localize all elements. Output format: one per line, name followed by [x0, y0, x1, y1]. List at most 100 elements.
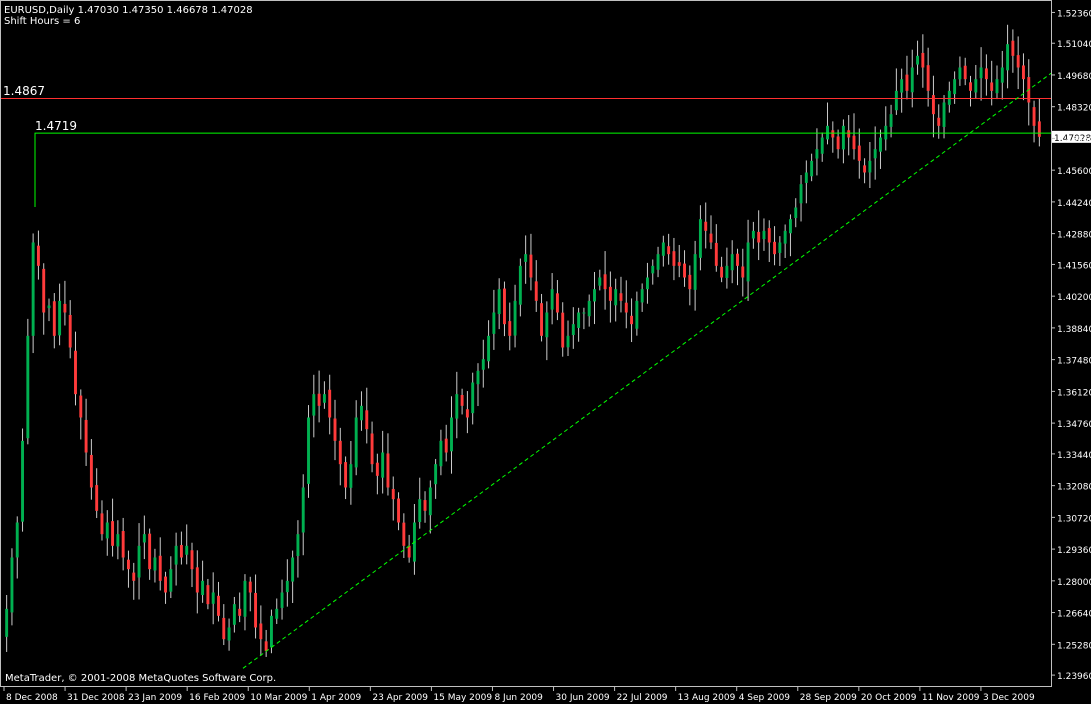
- x-tick-label: 31 Dec 2008: [67, 693, 125, 703]
- candle-body-bull: [354, 417, 358, 468]
- candle-body-bull: [783, 230, 787, 244]
- y-tick-label: 1.40200: [1057, 293, 1091, 303]
- candle-body-bull: [142, 534, 146, 543]
- candle-body-bull: [47, 305, 51, 309]
- plot-area: [0, 0, 1052, 687]
- candle-body-bull: [582, 312, 586, 314]
- candle-body-bear: [619, 293, 623, 301]
- candle-body-bull: [201, 580, 205, 596]
- candle-body-bear: [164, 576, 167, 593]
- candle-body-bull: [476, 370, 480, 385]
- candle-body-bear: [630, 315, 634, 325]
- candle-body-bull: [889, 114, 893, 127]
- candle-body-bull: [571, 324, 575, 336]
- candle-body-bull: [227, 627, 231, 641]
- candle-body-bear: [74, 350, 77, 395]
- candle-body-bull: [725, 265, 729, 278]
- candle-body-bear: [984, 68, 988, 80]
- x-tick-label: 11 Nov 2009: [922, 693, 980, 703]
- y-tick-label: 1.52360: [1057, 9, 1091, 19]
- candle-body-bull: [953, 79, 957, 95]
- candle-body-bull: [269, 615, 273, 648]
- x-tick-label: 30 Jun 2009: [556, 693, 610, 703]
- y-tick-label: 1.41560: [1057, 261, 1091, 271]
- candle-body-bear: [608, 286, 612, 301]
- candle-body-bull: [762, 230, 766, 240]
- x-tick-label: 16 Feb 2009: [189, 693, 245, 703]
- candle-body-bull: [418, 499, 422, 523]
- candle-body-bear: [89, 454, 93, 488]
- x-tick-label: 8 Jun 2009: [494, 693, 543, 703]
- candle-body-bear: [704, 221, 708, 231]
- candle-body-bull: [635, 300, 639, 329]
- candle-body-bull: [587, 300, 591, 317]
- candle-body-bear: [460, 394, 464, 406]
- candle-body-bull: [280, 592, 284, 608]
- candle-body-bull: [312, 394, 316, 416]
- candle-body-bear: [926, 65, 930, 91]
- candle-body-bear: [386, 453, 390, 488]
- x-tick-label: 1 Apr 2009: [311, 693, 361, 703]
- x-tick-label: 23 Jan 2009: [128, 693, 182, 703]
- candle-body-bull: [640, 289, 644, 303]
- candle-body-bull: [958, 67, 962, 80]
- y-tick-label: 1.46960: [1057, 135, 1091, 145]
- candle-body-bull: [322, 394, 326, 403]
- y-tick-label: 1.37480: [1057, 357, 1091, 367]
- candle-body-bull: [381, 452, 385, 478]
- candle-body-bear: [52, 301, 56, 336]
- candle-body-bull: [799, 184, 803, 204]
- candle-body-bull: [174, 545, 178, 565]
- candle-body-bull: [211, 592, 215, 604]
- y-tick-label: 1.23960: [1057, 672, 1091, 682]
- candle-body-bear: [963, 65, 967, 80]
- candle-body-bear: [391, 488, 395, 500]
- candle-body-bear: [375, 462, 379, 476]
- candle-body-bull: [614, 289, 618, 306]
- candle-body-bear: [344, 462, 348, 488]
- candle-body-bear: [969, 82, 972, 91]
- y-tick-label: 1.42880: [1057, 231, 1091, 241]
- candle-body-bull: [492, 312, 496, 334]
- candle-body-bear: [741, 266, 745, 278]
- candle-body-bear: [1037, 121, 1041, 137]
- y-tick-label: 1.38840: [1057, 325, 1091, 335]
- candle-body-bull: [487, 335, 491, 362]
- candle-body-bear: [254, 592, 258, 628]
- candle-body-bull: [513, 300, 517, 336]
- x-tick-label: 4 Sep 2009: [739, 693, 791, 703]
- candle-body-bear: [68, 314, 72, 348]
- candle-body-bear: [672, 251, 676, 266]
- candle-body-bear: [397, 498, 401, 523]
- candle-body-bull: [360, 405, 363, 421]
- price-axis: 1.52360 1.51040 1.49680 1.48320 1.46960 1.456…: [1051, 9, 1091, 682]
- candle-body-bull: [518, 265, 522, 305]
- copyright-text: MetaTrader, © 2001-2008 MetaQuotes Softw…: [5, 673, 277, 684]
- y-tick-label: 1.32080: [1057, 483, 1091, 493]
- candle-body-bull: [693, 254, 697, 290]
- candle-body-bear: [42, 268, 46, 313]
- candle-body-bear: [709, 233, 713, 243]
- candle-body-bull: [815, 149, 819, 159]
- candle-body-bear: [1016, 55, 1020, 68]
- candle-body-bear: [561, 312, 565, 348]
- candle-body-bear: [407, 545, 411, 558]
- candle-body-bull: [105, 522, 109, 539]
- candle-body-bull: [698, 219, 702, 258]
- candle-body-bear: [158, 555, 162, 581]
- candle-body-bear: [714, 242, 718, 266]
- candle-body-bear: [863, 165, 867, 173]
- y-tick-label: 1.51040: [1057, 40, 1091, 50]
- candle-body-bull: [577, 312, 581, 328]
- candle-body-bull: [31, 242, 35, 336]
- candle-body-bear: [238, 608, 242, 616]
- candle-body-bear: [836, 136, 840, 150]
- candle-body-bull: [349, 464, 353, 488]
- candle-body-bear: [624, 302, 628, 313]
- candle-body-bear: [931, 95, 935, 115]
- candle-body-bull: [979, 67, 983, 79]
- candlestick-chart[interactable]: 1.47028 1.523601.510401.496801.483201.46…: [0, 0, 1091, 704]
- candle-body-bull: [868, 160, 872, 173]
- candle-body-bull: [651, 265, 655, 274]
- resistance-level-label: 1.4867: [3, 84, 45, 98]
